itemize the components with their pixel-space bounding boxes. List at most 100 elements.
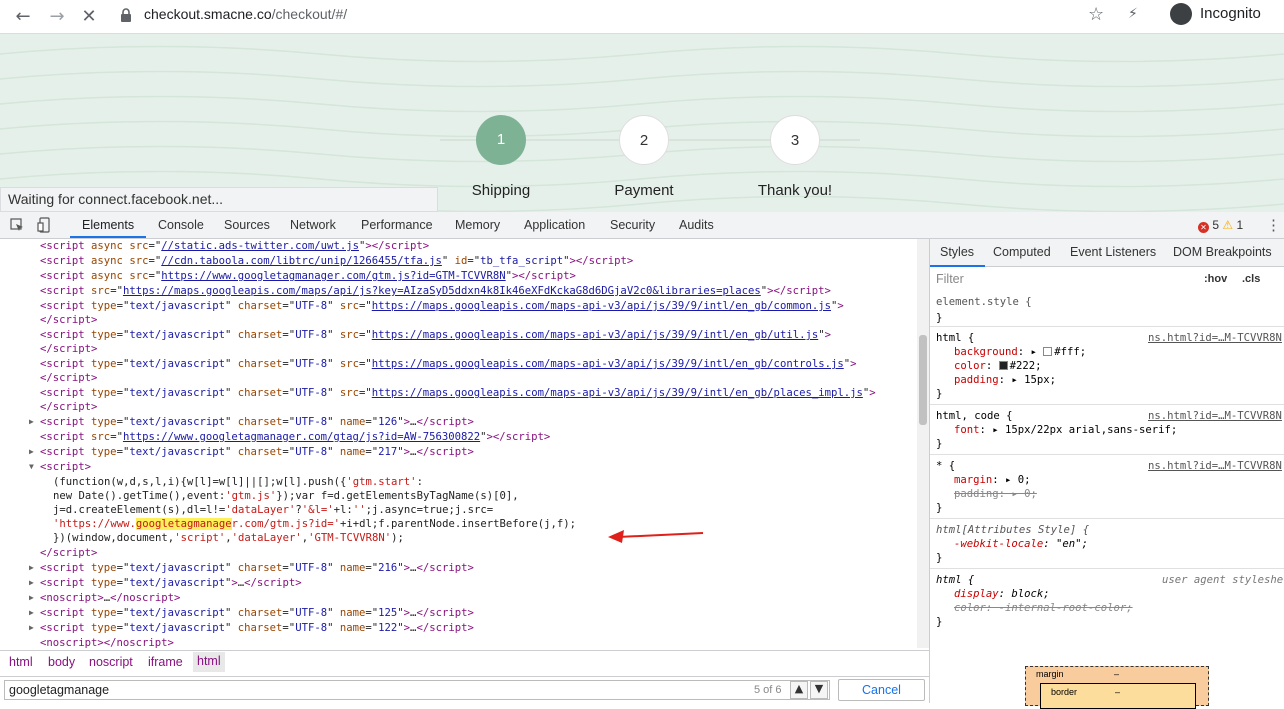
dom-tree-line[interactable]: <script type="text/javascript" charset="… bbox=[40, 621, 474, 636]
stop-loading-button[interactable]: ✕ bbox=[76, 5, 102, 29]
search-next-button[interactable]: ▼ bbox=[810, 681, 828, 699]
dom-tree-line[interactable]: <script type="text/javascript" charset="… bbox=[40, 606, 474, 621]
rule-html[interactable]: html { ns.html?id=…M-TCVVR8N background:… bbox=[930, 329, 1284, 405]
expand-triangle-icon[interactable]: ▶ bbox=[29, 576, 34, 591]
tab-application[interactable]: Application bbox=[524, 218, 585, 232]
box-border-layer: border – bbox=[1040, 683, 1196, 709]
dom-tree-line[interactable]: j=d.createElement(s),dl=l!='dataLayer'?'… bbox=[53, 503, 493, 518]
expand-triangle-icon[interactable]: ▶ bbox=[29, 621, 34, 636]
dom-tree-line[interactable]: <script src="https://www.googletagmanage… bbox=[40, 430, 550, 445]
tab-audits[interactable]: Audits bbox=[679, 218, 714, 232]
dom-tree-line[interactable]: </script> bbox=[40, 400, 97, 415]
step-2-circle: 2 bbox=[619, 115, 669, 165]
error-icon: ✕ bbox=[1198, 222, 1209, 233]
rule-universal[interactable]: * { ns.html?id=…M-TCVVR8N margin: ▸ 0; p… bbox=[930, 457, 1284, 519]
dom-tree-line[interactable]: <script async src="//static.ads-twitter.… bbox=[40, 239, 429, 254]
hov-toggle[interactable]: :hov bbox=[1204, 273, 1227, 285]
box-margin-value: – bbox=[1114, 669, 1120, 679]
dom-tree-line[interactable]: </script> bbox=[40, 342, 97, 357]
dom-tree-line[interactable]: <noscript>…</noscript> bbox=[40, 591, 180, 606]
dom-tree-line[interactable]: <script type="text/javascript" charset="… bbox=[40, 386, 876, 401]
rule-element-style[interactable]: element.style { } bbox=[930, 293, 1284, 327]
loading-status-bar: Waiting for connect.facebook.net... bbox=[0, 187, 438, 212]
breadcrumb-iframe[interactable]: iframe bbox=[148, 655, 183, 669]
address-bar[interactable]: checkout.smacne.co/checkout/#/ ☆ bbox=[108, 2, 1120, 30]
dom-tree-line[interactable]: </script> bbox=[40, 313, 97, 328]
expand-triangle-icon[interactable]: ▶ bbox=[29, 415, 34, 430]
browser-toolbar: ← → ✕ checkout.smacne.co/checkout/#/ ☆ ⚡… bbox=[0, 0, 1284, 34]
dom-tree-line[interactable]: <script type="text/javascript" charset="… bbox=[40, 357, 857, 372]
elements-search-bar: googletagmanage 5 of 6 ▲ ▼ Cancel bbox=[0, 676, 929, 703]
dom-tree-line[interactable]: <script type="text/javascript" charset="… bbox=[40, 328, 831, 343]
tab-console[interactable]: Console bbox=[158, 218, 204, 232]
cls-toggle[interactable]: .cls bbox=[1242, 273, 1260, 285]
elements-scrollbar[interactable] bbox=[917, 239, 929, 648]
back-icon: ← bbox=[15, 6, 31, 27]
tab-security[interactable]: Security bbox=[610, 218, 655, 232]
box-border-label: border bbox=[1051, 687, 1078, 697]
step-2-label: Payment bbox=[614, 182, 674, 199]
rule-html-code[interactable]: html, code { ns.html?id=…M-TCVVR8N font:… bbox=[930, 407, 1284, 455]
dom-tree-line[interactable]: </script> bbox=[40, 371, 97, 386]
dom-tree-line[interactable]: <script type="text/javascript" charset="… bbox=[40, 299, 844, 314]
breadcrumb: html body noscript iframe html bbox=[0, 650, 929, 672]
dom-tree-line[interactable]: <noscript></noscript> bbox=[40, 636, 174, 648]
tab-computed[interactable]: Computed bbox=[993, 245, 1051, 259]
breadcrumb-html-selected[interactable]: html bbox=[193, 652, 225, 672]
tab-network[interactable]: Network bbox=[290, 218, 336, 232]
styles-filter-input[interactable]: Filter bbox=[934, 269, 1194, 291]
tab-elements[interactable]: Elements bbox=[82, 218, 134, 232]
checkout-page: 1 2 3 Shipping Payment Thank you! Waitin… bbox=[0, 34, 1284, 212]
search-prev-button[interactable]: ▲ bbox=[790, 681, 808, 699]
tab-dom-breakpoints[interactable]: DOM Breakpoints bbox=[1173, 245, 1272, 259]
dom-tree-line[interactable]: <script async src="https://www.googletag… bbox=[40, 269, 576, 284]
tab-styles[interactable]: Styles bbox=[940, 245, 974, 259]
dom-tree-line[interactable]: <script src="https://maps.googleapis.com… bbox=[40, 284, 831, 299]
search-input[interactable]: googletagmanage bbox=[4, 680, 830, 700]
breadcrumb-noscript[interactable]: noscript bbox=[89, 655, 133, 669]
tab-memory[interactable]: Memory bbox=[455, 218, 500, 232]
expand-triangle-icon[interactable]: ▶ bbox=[29, 445, 34, 460]
devtools-tabbar: Elements Console Sources Network Perform… bbox=[0, 212, 1284, 239]
dom-tree-line[interactable]: <script type="text/javascript" charset="… bbox=[40, 415, 474, 430]
box-border-value: – bbox=[1115, 687, 1121, 697]
dom-tree-line[interactable]: new Date().getTime(),event:'gtm.js'});va… bbox=[53, 489, 519, 504]
device-toolbar-icon[interactable] bbox=[37, 217, 53, 233]
extension-bolt-icon[interactable]: ⚡ bbox=[1128, 6, 1138, 22]
more-options-icon[interactable]: ⋮ bbox=[1266, 216, 1281, 234]
dom-tree-line[interactable]: </script> bbox=[40, 546, 97, 561]
dom-tree-line[interactable]: <script type="text/javascript" charset="… bbox=[40, 445, 474, 460]
tab-event-listeners[interactable]: Event Listeners bbox=[1070, 245, 1156, 259]
inspect-element-icon[interactable] bbox=[10, 218, 24, 232]
error-warning-counter[interactable]: ✕ 5 ⚠ 1 bbox=[1198, 218, 1243, 233]
error-count: 5 bbox=[1212, 218, 1220, 232]
forward-button[interactable]: → bbox=[44, 5, 70, 29]
scrollbar-thumb[interactable] bbox=[919, 335, 927, 425]
expand-triangle-icon[interactable]: ▶ bbox=[29, 561, 34, 576]
search-cancel-button[interactable]: Cancel bbox=[838, 679, 925, 701]
incognito-label: Incognito bbox=[1200, 5, 1261, 22]
tab-sources[interactable]: Sources bbox=[224, 218, 270, 232]
dom-tree-line[interactable]: 'https://www.googletagmanager.com/gtm.js… bbox=[53, 517, 576, 532]
rule-attributes-style[interactable]: html[Attributes Style] { -webkit-locale:… bbox=[930, 521, 1284, 569]
styles-sidebar: Styles Computed Event Listeners DOM Brea… bbox=[929, 239, 1284, 709]
dom-tree-line[interactable]: <script type="text/javascript">…</script… bbox=[40, 576, 302, 591]
close-icon: ✕ bbox=[81, 6, 97, 27]
collapse-triangle-icon[interactable]: ▼ bbox=[29, 460, 34, 475]
box-model-diagram: margin – border – bbox=[1025, 666, 1209, 709]
expand-triangle-icon[interactable]: ▶ bbox=[29, 591, 34, 606]
elements-dom-tree[interactable]: <script async src="//static.ads-twitter.… bbox=[0, 239, 917, 648]
dom-tree-line[interactable]: <script> bbox=[40, 460, 91, 475]
url-text: checkout.smacne.co/checkout/#/ bbox=[144, 6, 348, 22]
dom-tree-line[interactable]: <script type="text/javascript" charset="… bbox=[40, 561, 474, 576]
expand-triangle-icon[interactable]: ▶ bbox=[29, 606, 34, 621]
breadcrumb-body[interactable]: body bbox=[48, 655, 75, 669]
breadcrumb-html[interactable]: html bbox=[9, 655, 33, 669]
dom-tree-line[interactable]: <script async src="//cdn.taboola.com/lib… bbox=[40, 254, 633, 269]
rule-user-agent[interactable]: html { user agent styleshe display: bloc… bbox=[930, 571, 1284, 633]
bookmark-star-icon[interactable]: ☆ bbox=[1088, 4, 1104, 25]
tab-performance[interactable]: Performance bbox=[361, 218, 433, 232]
dom-tree-line[interactable]: (function(w,d,s,l,i){w[l]=w[l]||[];w[l].… bbox=[53, 475, 423, 490]
back-button[interactable]: ← bbox=[10, 5, 36, 29]
dom-tree-line[interactable]: })(window,document,'script','dataLayer',… bbox=[53, 531, 404, 546]
